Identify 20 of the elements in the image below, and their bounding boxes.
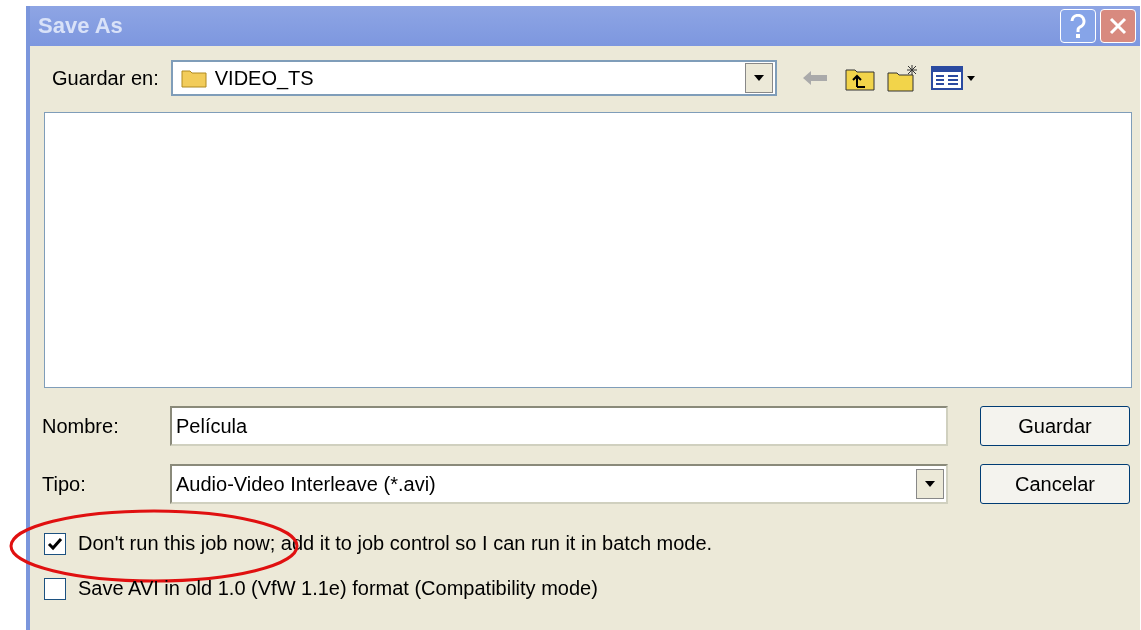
new-folder-icon[interactable] [886,64,919,92]
help-icon [1070,14,1086,38]
name-field[interactable]: Película [170,406,948,446]
window-title: Save As [38,13,123,39]
view-menu-icon[interactable] [930,66,977,90]
location-dropdown[interactable]: VIDEO_TS [170,60,777,96]
name-label: Nombre: [42,414,120,438]
save-button[interactable]: Guardar [980,406,1130,446]
type-label: Tipo: [42,472,87,496]
folder-icon [180,68,207,88]
option-label: Save AVI in old 1.0 (VfW 1.1e) format (Compatibility mode) [78,577,598,600]
dropdown-arrow-icon [752,74,765,82]
checkbox[interactable] [44,532,66,555]
dropdown-arrow-icon [924,480,936,488]
location-label: Guardar en: [52,66,159,90]
type-dropdown[interactable]: Audio-Video Interleave (*.avi) [170,464,948,504]
close-icon [1108,16,1128,36]
close-button[interactable] [1100,9,1136,43]
checkbox[interactable] [44,577,66,600]
cancel-button[interactable]: Cancelar [980,464,1130,504]
